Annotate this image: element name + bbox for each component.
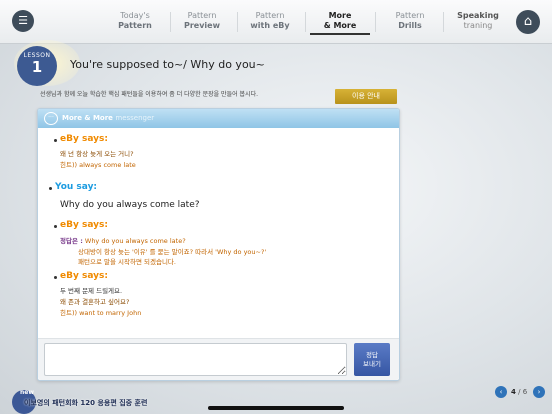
tab-pattern-drills[interactable]: Pattern Drills <box>380 11 440 31</box>
lesson-title: You're supposed to~/ Why do you~ <box>70 58 265 71</box>
tab-more-and-more[interactable]: More & More <box>310 11 370 35</box>
message-line: 왜 넌 항상 늦게 오는 거니? <box>60 150 134 158</box>
answer-input[interactable] <box>44 343 347 376</box>
eby-speaker-label: eBy says: <box>60 220 108 230</box>
home-indicator-bar <box>208 406 344 410</box>
lesson-instruction: 선생님과 함께 오늘 학습한 핵심 패턴들을 이용하여 좀 더 다양한 문장을 … <box>40 91 258 98</box>
tab-todays-pattern[interactable]: Today's Pattern <box>105 11 165 31</box>
chat-bubble-icon: ··· <box>44 112 58 125</box>
user-answer-text: Why do you always come late? <box>60 200 200 210</box>
hint-line: 힌트)) want to marry John <box>60 309 142 317</box>
message-list[interactable]: eBy says: 왜 넌 항상 늦게 오는 거니? 힌트)) always c… <box>38 128 399 338</box>
eby-speaker-label: eBy says: <box>60 271 108 281</box>
tab-pattern-with-eby[interactable]: Pattern with eBy <box>240 11 300 31</box>
messenger-panel: ··· More & More messenger eBy says: 왜 넌 … <box>37 108 400 381</box>
message-bullet-icon <box>54 225 57 228</box>
next-page-icon[interactable]: › <box>533 386 545 398</box>
you-speaker-label: You say: <box>55 182 98 192</box>
explanation-line: 패턴으로 말을 시작하면 되겠습니다. <box>78 258 176 266</box>
hint-line: 힌트)) always come late <box>60 161 136 169</box>
menu-list-icon[interactable]: ☰ <box>12 10 34 32</box>
lesson-number: 1 <box>31 58 43 76</box>
page-indicator: ‹ 4 / 6 › <box>495 386 545 400</box>
prev-page-icon[interactable]: ‹ <box>495 386 507 398</box>
eby-speaker-label: eBy says: <box>60 134 108 144</box>
page-count: 4 / 6 <box>511 388 528 396</box>
explanation-line: 상대방이 항상 늦는 '이유' 를 묻는 말이죠? 따라서 'Why do yo… <box>78 248 267 256</box>
message-line: 두 번째 문제 드릴게요. <box>60 287 123 295</box>
brand-logo-text: 이보영의 패턴회화 120 응용편 집중 훈련 <box>24 399 148 407</box>
logo-new-label: new <box>20 389 34 396</box>
tab-pattern-preview[interactable]: Pattern Preview <box>172 11 232 31</box>
send-answer-button[interactable]: 정답 보내기 <box>354 343 390 376</box>
message-bullet-icon <box>49 187 52 190</box>
answer-input-area: 정답 보내기 <box>38 338 399 380</box>
messenger-header: ··· More & More messenger <box>38 109 399 128</box>
answer-line: 정답은 : Why do you always come late? <box>60 237 186 245</box>
answer-label: 정답은 : <box>60 237 83 245</box>
usage-guide-button[interactable]: 이용 안내 <box>335 89 397 104</box>
top-navigation: ☰ Today's Pattern Pattern Preview Patter… <box>0 0 552 44</box>
message-bullet-icon <box>54 139 57 142</box>
lesson-badge: LESSON 1 <box>17 46 57 86</box>
message-line: 왜 존과 결혼하고 싶어요? <box>60 298 130 306</box>
message-bullet-icon <box>54 276 57 279</box>
tab-speaking-training[interactable]: Speaking traning <box>448 11 508 31</box>
messenger-title: More & More messenger <box>62 114 155 122</box>
home-icon[interactable]: ⌂ <box>516 10 540 34</box>
